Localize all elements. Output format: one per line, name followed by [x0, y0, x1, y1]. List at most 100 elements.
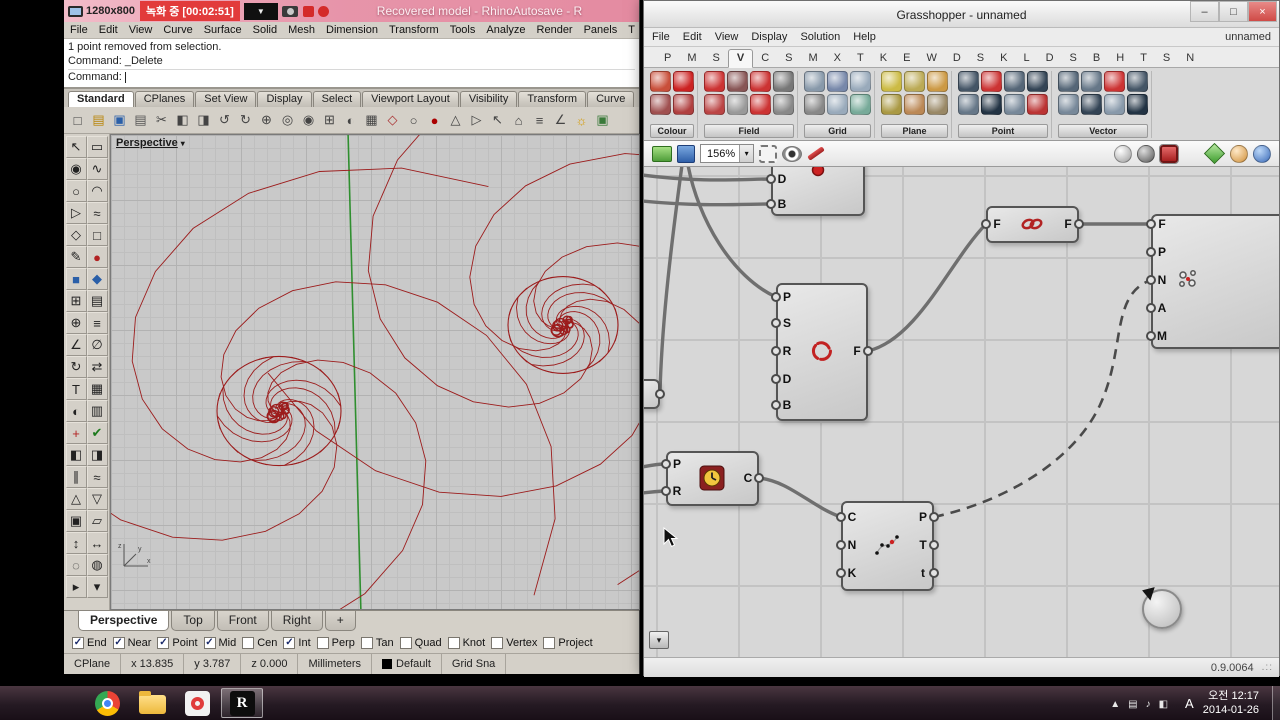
component-port[interactable] [981, 219, 991, 229]
open-file-icon[interactable] [652, 145, 672, 162]
toolbar-icon[interactable]: ◨ [194, 110, 213, 130]
palette-group-label[interactable]: Field [704, 124, 794, 138]
status-gridsnap[interactable]: Grid Sna [442, 654, 507, 674]
preview-selected-icon[interactable] [1159, 143, 1179, 164]
component-port[interactable] [771, 318, 781, 328]
viewport-tab-+[interactable]: + [324, 611, 356, 631]
status-units[interactable]: Millimeters [298, 654, 373, 674]
menu-item-transform[interactable]: Transform [389, 24, 439, 36]
wire[interactable] [867, 222, 988, 353]
toolbar-icon[interactable]: ▤ [131, 110, 150, 130]
osnap-project[interactable]: Project [543, 637, 593, 649]
menu-item-edit[interactable]: Edit [683, 31, 702, 43]
sidebar-tool-icon[interactable]: ◍ [86, 554, 108, 576]
tray-volume-icon[interactable]: ♪ [1146, 699, 1151, 710]
component-port[interactable] [929, 540, 939, 550]
menu-item-help[interactable]: Help [853, 31, 876, 43]
sidebar-tool-icon[interactable]: ◆ [86, 268, 108, 290]
component-icon[interactable] [1081, 94, 1102, 115]
menu-item-edit[interactable]: Edit [99, 24, 118, 36]
component-port[interactable] [771, 374, 781, 384]
toolbar-tab[interactable]: Viewport Layout [362, 91, 459, 107]
component-port[interactable] [1146, 247, 1156, 257]
component-icon[interactable] [958, 94, 979, 115]
component-icon[interactable] [1058, 94, 1079, 115]
component-right-partial[interactable] [1151, 214, 1279, 349]
category-tab[interactable]: T [1132, 50, 1155, 67]
category-tab[interactable]: L [1015, 50, 1037, 67]
category-tab[interactable]: E [895, 50, 918, 67]
menu-item-t[interactable]: T [628, 24, 635, 36]
category-tab[interactable]: M [679, 50, 704, 67]
component-icon[interactable] [650, 71, 671, 92]
sidebar-tool-icon[interactable]: ◉ [65, 158, 87, 180]
checkbox[interactable] [447, 637, 460, 649]
component-icon[interactable] [650, 94, 671, 115]
component-port[interactable] [771, 292, 781, 302]
component-icon[interactable] [881, 94, 902, 115]
osnap-quad[interactable]: Quad [399, 637, 442, 649]
sidebar-tool-icon[interactable]: ▤ [86, 290, 108, 312]
sidebar-tool-icon[interactable]: □ [86, 224, 108, 246]
sidebar-tool-icon[interactable]: ◧ [65, 444, 87, 466]
component-port[interactable] [1074, 219, 1084, 229]
toolbar-icon[interactable]: ◉ [299, 110, 318, 130]
sidebar-tool-icon[interactable]: ● [86, 246, 108, 268]
toolbar-tab[interactable]: CPlanes [134, 91, 195, 107]
component-icon[interactable] [927, 94, 948, 115]
component-icon[interactable] [773, 71, 794, 92]
component-port[interactable] [1146, 303, 1156, 313]
component-icon[interactable] [1027, 71, 1048, 92]
toolbar-icon[interactable]: ↻ [236, 110, 255, 130]
checkbox[interactable] [491, 637, 504, 649]
checkbox[interactable] [360, 637, 373, 649]
toolbar-icon[interactable]: ↺ [215, 110, 234, 130]
menu-item-render[interactable]: Render [537, 24, 573, 36]
toolbar-icon[interactable]: ▦ [362, 110, 381, 130]
category-tab[interactable]: B [1085, 50, 1108, 67]
show-desktop-button[interactable] [1272, 686, 1280, 720]
checkbox[interactable] [242, 637, 255, 649]
palette-group-label[interactable]: Grid [804, 124, 871, 138]
palette-group-label[interactable]: Point [958, 124, 1048, 138]
menu-item-curve[interactable]: Curve [163, 24, 192, 36]
sidebar-tool-icon[interactable]: ⇄ [86, 356, 108, 378]
toolbar-tab[interactable]: Display [257, 91, 312, 107]
toolbar-icon[interactable]: ≡ [530, 110, 549, 130]
osnap-end[interactable]: ✓ End [72, 637, 107, 649]
close-button[interactable]: × [1248, 1, 1277, 22]
palette-group-label[interactable]: Vector [1058, 124, 1148, 138]
toolbar-tab[interactable]: Standard [68, 91, 134, 107]
component-icon[interactable] [827, 94, 848, 115]
viewport-title[interactable]: Perspective ▾ [116, 137, 185, 149]
canvas-widget-toggle[interactable]: ▾ [649, 631, 669, 649]
checkbox[interactable] [399, 637, 412, 649]
osnap-point[interactable]: ✓ Point [157, 637, 198, 649]
menu-item-view[interactable]: View [715, 31, 739, 43]
sidebar-tool-icon[interactable]: ◠ [86, 180, 108, 202]
component-port[interactable] [836, 512, 846, 522]
toolbar-icon[interactable]: ○ [404, 110, 423, 130]
menu-item-solid[interactable]: Solid [253, 24, 277, 36]
sidebar-tool-icon[interactable]: ∿ [86, 158, 108, 180]
menu-item-view[interactable]: View [129, 24, 153, 36]
toolbar-icon[interactable]: ◧ [173, 110, 192, 130]
checkbox[interactable]: ✓ [157, 637, 170, 649]
category-tab[interactable]: W [918, 50, 944, 67]
category-tab[interactable]: S [777, 50, 800, 67]
category-tab[interactable]: P [656, 50, 679, 67]
taskbar-recorder-button[interactable] [176, 688, 218, 718]
component-icon[interactable] [1104, 94, 1125, 115]
toolbar-icon[interactable]: ▷ [467, 110, 486, 130]
preview-wireframe-icon[interactable] [1114, 144, 1132, 163]
component-port[interactable] [766, 199, 776, 209]
component-port[interactable] [771, 400, 781, 410]
component-icon[interactable] [1004, 94, 1025, 115]
sidebar-tool-icon[interactable]: △ [65, 488, 87, 510]
category-tab[interactable]: N [1178, 50, 1202, 67]
toolbar-icon[interactable]: ↖ [488, 110, 507, 130]
menu-item-solution[interactable]: Solution [800, 31, 840, 43]
minimize-button[interactable]: – [1190, 1, 1219, 22]
sidebar-tool-icon[interactable]: ◨ [86, 444, 108, 466]
component-port[interactable] [863, 346, 873, 356]
